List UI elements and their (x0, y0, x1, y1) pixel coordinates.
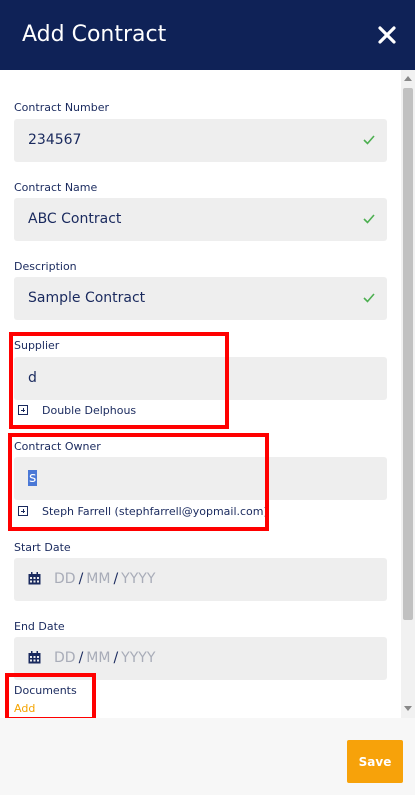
description-field[interactable]: Sample Contract (14, 277, 387, 320)
date-separator: / (113, 571, 119, 587)
close-icon[interactable] (376, 24, 398, 46)
start-date-label: Start Date (14, 541, 71, 554)
yyyy-placeholder: YYYY (121, 650, 156, 666)
scrollbar-thumb[interactable] (403, 88, 413, 620)
description-value: Sample Contract (28, 290, 146, 306)
date-separator: / (78, 571, 84, 587)
contract-number-field[interactable]: 234567 (14, 119, 387, 162)
date-separator: / (113, 650, 119, 666)
modal-header: Add Contract (0, 0, 415, 70)
highlight-box-contract-owner (8, 433, 269, 531)
end-date-label: End Date (14, 620, 65, 633)
contract-name-label: Contract Name (14, 181, 98, 194)
highlight-box-supplier (9, 332, 229, 429)
start-date-placeholder: DD / MM / YYYY (54, 571, 155, 587)
save-button[interactable]: Save (347, 740, 403, 783)
mm-placeholder: MM (86, 650, 111, 666)
date-separator: / (78, 650, 84, 666)
scroll-up-arrow-icon[interactable] (404, 76, 412, 81)
calendar-icon (28, 651, 41, 664)
dd-placeholder: DD (54, 650, 76, 666)
check-icon (362, 212, 376, 226)
check-icon (362, 133, 376, 147)
dd-placeholder: DD (54, 571, 76, 587)
contract-number-label: Contract Number (14, 101, 110, 114)
highlight-box-documents (5, 673, 96, 721)
check-icon (362, 291, 376, 305)
modal-title: Add Contract (22, 22, 167, 47)
mm-placeholder: MM (86, 571, 111, 587)
scroll-down-arrow-icon[interactable] (404, 706, 412, 711)
end-date-placeholder: DD / MM / YYYY (54, 650, 155, 666)
contract-number-value: 234567 (28, 132, 82, 148)
scrollbar[interactable] (401, 70, 415, 718)
start-date-field[interactable]: DD / MM / YYYY (14, 558, 387, 601)
contract-name-field[interactable]: ABC Contract (14, 198, 387, 241)
contract-name-value: ABC Contract (28, 211, 122, 227)
yyyy-placeholder: YYYY (121, 571, 156, 587)
calendar-icon (28, 572, 41, 585)
description-label: Description (14, 260, 77, 273)
